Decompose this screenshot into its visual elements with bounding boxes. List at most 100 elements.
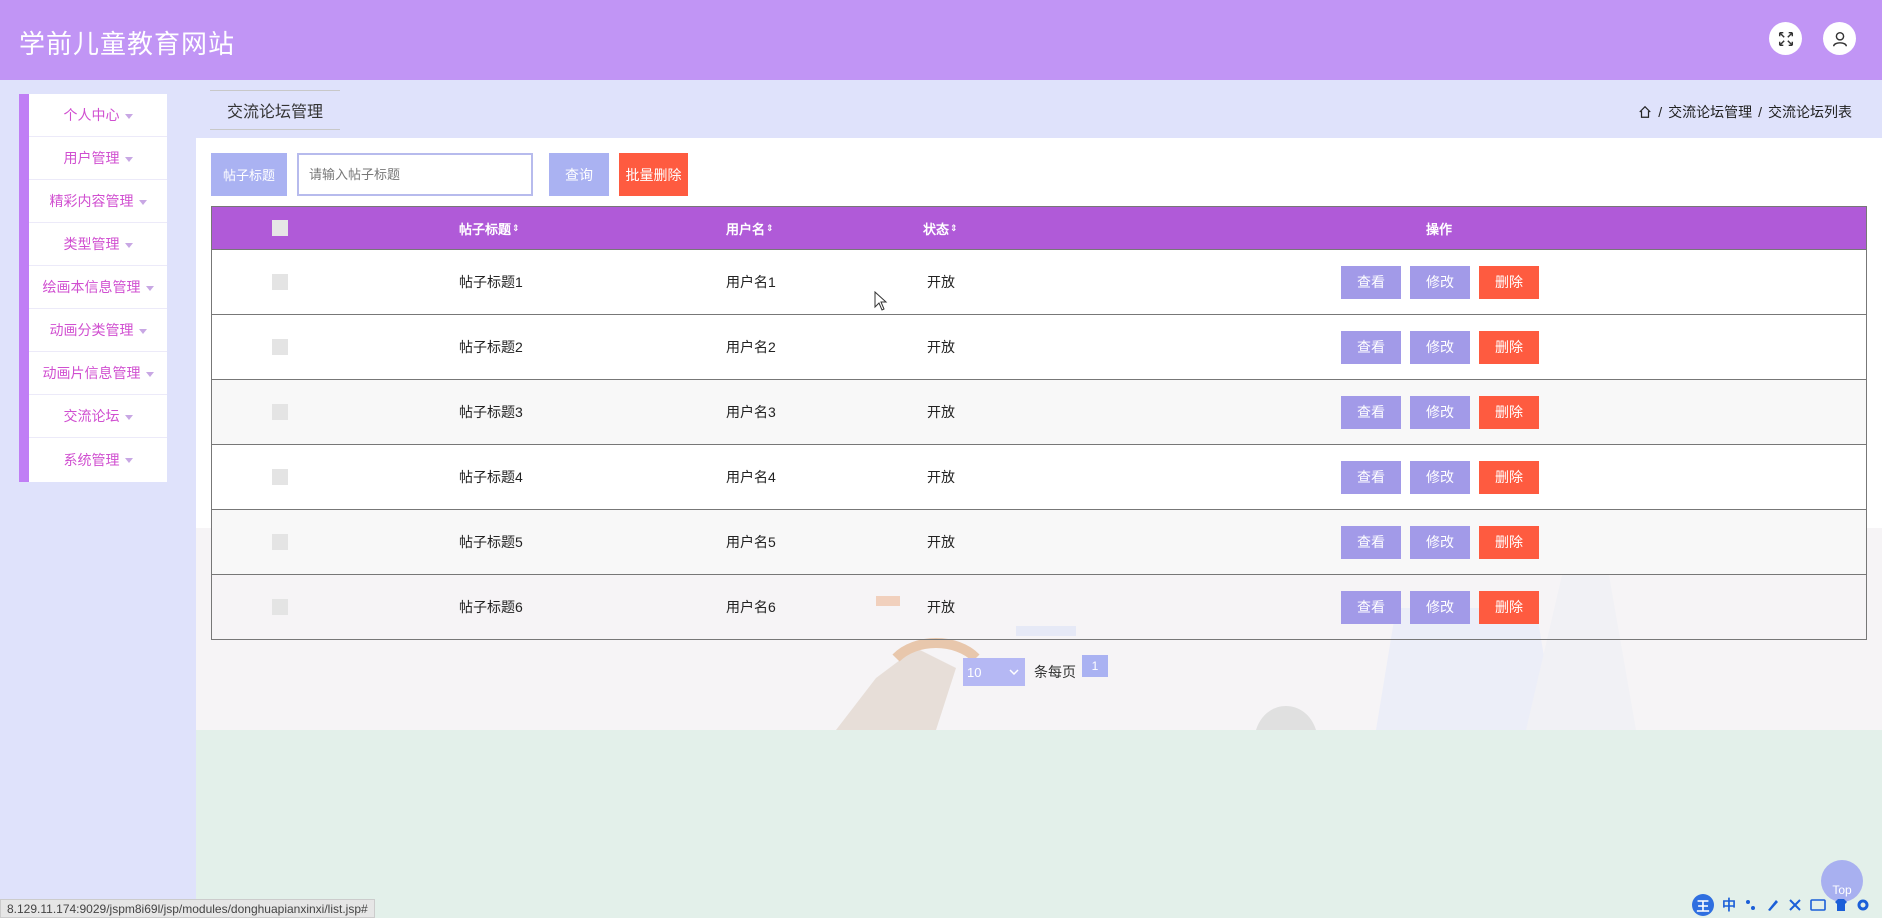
cell-username: 用户名5 [726, 534, 776, 550]
pen-icon[interactable] [1766, 898, 1780, 912]
cell-status: 开放 [927, 534, 955, 550]
sort-icon: ⇕ [766, 222, 774, 233]
cell-title: 帖子标题6 [459, 599, 523, 615]
gear-icon[interactable] [1856, 898, 1870, 912]
row-checkbox[interactable] [272, 599, 288, 615]
view-button[interactable]: 查看 [1341, 460, 1401, 494]
row-actions: 查看 修改 删除 [1341, 575, 1548, 639]
select-all-checkbox[interactable] [272, 220, 288, 236]
punctuation-icon[interactable] [1744, 898, 1758, 912]
column-header-actions: 操作 [1426, 207, 1452, 249]
cell-username: 用户名1 [726, 274, 776, 290]
mouse-cursor-icon [874, 291, 888, 311]
chevron-down-icon [1009, 669, 1019, 675]
row-checkbox[interactable] [272, 469, 288, 485]
table-row: 帖子标题4 用户名4 开放 查看 修改 删除 [212, 444, 1866, 509]
top-header: 学前儿童教育网站 [0, 0, 1882, 80]
sidebar-item-animation-info-management[interactable]: 动画片信息管理 [29, 352, 167, 395]
row-actions: 查看 修改 删除 [1341, 445, 1548, 509]
row-actions: 查看 修改 删除 [1341, 250, 1548, 314]
edit-button[interactable]: 修改 [1410, 590, 1470, 624]
cell-status: 开放 [927, 599, 955, 615]
delete-button[interactable]: 删除 [1479, 395, 1539, 429]
fullscreen-icon [1778, 31, 1793, 46]
sidebar-item-system-management[interactable]: 系统管理 [29, 438, 167, 481]
column-header-username[interactable]: 用户名 ⇕ [726, 207, 774, 249]
sidebar-item-type-management[interactable]: 类型管理 [29, 223, 167, 266]
sidebar-item-content-management[interactable]: 精彩内容管理 [29, 180, 167, 223]
row-checkbox[interactable] [272, 404, 288, 420]
user-button[interactable] [1823, 22, 1856, 55]
batch-delete-button[interactable]: 批量删除 [619, 153, 688, 196]
view-button[interactable]: 查看 [1341, 590, 1401, 624]
table-row: 帖子标题2 用户名2 开放 查看 修改 删除 [212, 314, 1866, 379]
sidebar-item-label: 交流论坛 [63, 408, 120, 424]
query-button[interactable]: 查询 [549, 153, 609, 196]
cell-title: 帖子标题1 [459, 274, 523, 290]
page-size-select[interactable]: 10 [963, 658, 1025, 686]
ime-mode-toggle[interactable]: 中 [1722, 895, 1736, 915]
caret-down-icon [124, 414, 133, 420]
delete-button[interactable]: 删除 [1479, 460, 1539, 494]
breadcrumb-item-level2: 交流论坛列表 [1768, 104, 1852, 120]
table-header: 帖子标题 ⇕ 用户名 ⇕ 状态 ⇕ 操作 [212, 207, 1866, 249]
breadcrumb-separator: / [1758, 104, 1762, 120]
sidebar-item-personal-center[interactable]: 个人中心 [29, 94, 167, 137]
ime-logo-icon[interactable]: 王 [1692, 894, 1714, 916]
table-row: 帖子标题5 用户名5 开放 查看 修改 删除 [212, 509, 1866, 574]
sidebar-item-forum[interactable]: 交流论坛 [29, 395, 167, 438]
sidebar-item-label: 动画片信息管理 [42, 365, 141, 381]
delete-button[interactable]: 删除 [1479, 525, 1539, 559]
row-checkbox[interactable] [272, 274, 288, 290]
row-checkbox[interactable] [272, 534, 288, 550]
row-actions: 查看 修改 删除 [1341, 510, 1548, 574]
tab-forum-management[interactable]: 交流论坛管理 [210, 90, 340, 130]
view-button[interactable]: 查看 [1341, 525, 1401, 559]
table-row: 帖子标题3 用户名3 开放 查看 修改 删除 [212, 379, 1866, 444]
table-row: 帖子标题1 用户名1 开放 查看 修改 删除 [212, 249, 1866, 314]
sidebar-item-label: 个人中心 [63, 107, 120, 123]
edit-button[interactable]: 修改 [1410, 330, 1470, 364]
column-header-title[interactable]: 帖子标题 ⇕ [459, 207, 520, 249]
breadcrumb: / 交流论坛管理 / 交流论坛列表 [1638, 102, 1852, 122]
ime-toolbar: 王 中 [1688, 892, 1882, 918]
row-checkbox[interactable] [272, 339, 288, 355]
column-label: 用户名 [726, 221, 766, 237]
view-button[interactable]: 查看 [1341, 265, 1401, 299]
column-header-status[interactable]: 状态 ⇕ [923, 207, 958, 249]
caret-down-icon [124, 242, 133, 248]
delete-button[interactable]: 删除 [1479, 590, 1539, 624]
edit-button[interactable]: 修改 [1410, 525, 1470, 559]
view-button[interactable]: 查看 [1341, 395, 1401, 429]
select-all-cell [272, 207, 288, 249]
delete-button[interactable]: 删除 [1479, 265, 1539, 299]
shirt-icon[interactable] [1834, 898, 1848, 912]
sort-icon: ⇕ [512, 222, 520, 233]
scissors-icon[interactable] [1788, 898, 1802, 912]
caret-down-icon [124, 458, 133, 463]
sidebar-item-label: 动画分类管理 [49, 322, 134, 338]
edit-button[interactable]: 修改 [1410, 265, 1470, 299]
fullscreen-button[interactable] [1769, 22, 1802, 55]
per-page-label: 条每页 [1034, 664, 1076, 680]
view-button[interactable]: 查看 [1341, 330, 1401, 364]
column-label: 操作 [1426, 221, 1453, 237]
cell-status: 开放 [927, 404, 955, 420]
tab-bar: 交流论坛管理 / 交流论坛管理 / 交流论坛列表 [196, 80, 1882, 138]
lower-background [196, 730, 1882, 918]
search-input[interactable] [297, 153, 533, 196]
page-number-button[interactable]: 1 [1082, 655, 1108, 677]
caret-down-icon [124, 113, 133, 119]
sidebar-item-user-management[interactable]: 用户管理 [29, 137, 167, 180]
breadcrumb-item-level1[interactable]: 交流论坛管理 [1668, 102, 1752, 122]
sidebar-item-drawing-book-management[interactable]: 绘画本信息管理 [29, 266, 167, 309]
edit-button[interactable]: 修改 [1410, 395, 1470, 429]
caret-down-icon [138, 328, 147, 334]
sidebar-item-animation-category-management[interactable]: 动画分类管理 [29, 309, 167, 352]
status-bar-url: 8.129.11.174:9029/jspm8i69l/jsp/modules/… [0, 899, 375, 918]
keyboard-icon[interactable] [1810, 898, 1826, 912]
home-icon[interactable] [1638, 105, 1652, 119]
delete-button[interactable]: 删除 [1479, 330, 1539, 364]
edit-button[interactable]: 修改 [1410, 460, 1470, 494]
row-actions: 查看 修改 删除 [1341, 315, 1548, 379]
